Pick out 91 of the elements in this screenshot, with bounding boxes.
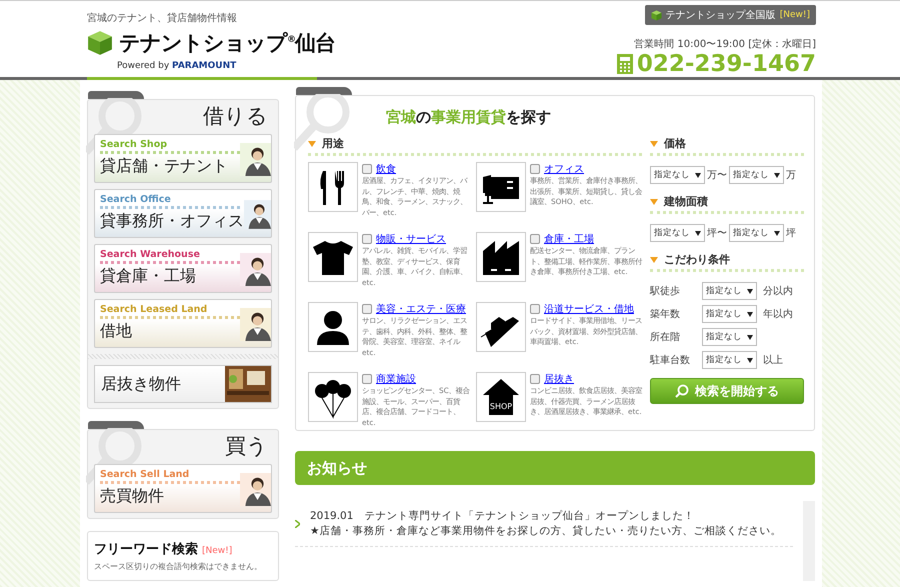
condition-label: 駐車台数 [650,354,691,367]
category-link[interactable]: オフィス [544,162,584,176]
category-link[interactable]: 沿道サービス・借地 [544,302,634,316]
condition-label: 駅徒歩 [650,284,681,298]
unit-label: 年以内 [763,308,793,321]
category-link[interactable]: 倉庫・工場 [544,232,594,246]
card-title: 貸事務所・オフィス [100,211,244,232]
category-checkbox[interactable] [530,304,540,314]
unit-label: 万〜 [707,169,727,182]
category-card[interactable]: 居抜き物件 [94,365,272,403]
chevron-icon [295,520,300,528]
category-card[interactable]: Search Sell Land 売買物件 [94,464,272,513]
condition-label: 築年数 [650,308,681,321]
triangle-icon [650,256,658,262]
section-heading: 価格 [664,136,686,151]
select-field[interactable]: 指定なし [702,351,757,369]
triangle-icon [650,140,658,146]
calculator-icon [616,54,633,74]
caret-icon [747,312,753,316]
search-icon [675,384,689,398]
category-card[interactable]: Search Warehouse 貸倉庫・工場 [94,244,272,293]
section-heading: 用途 [322,136,344,151]
category-checkbox[interactable] [530,234,540,244]
caret-icon [695,172,701,178]
free-word-note: スペース区切りの複合語句検索はできません。 [94,561,263,572]
select-field[interactable]: 指定なし [702,282,757,300]
card-title: 売買物件 [100,486,165,507]
panel-title: 借りる [203,104,269,128]
select-field[interactable]: 指定なし [729,224,784,242]
unit-label: 以上 [763,354,783,367]
balloons-icon [308,372,358,422]
cube-icon [650,10,662,20]
category-link[interactable]: 商業施設 [376,372,416,386]
desk-icon [476,162,526,212]
national-site-link[interactable]: テナントショップ全国版 [New!] [644,5,816,25]
select-field[interactable]: 指定なし [650,224,705,242]
category-link[interactable]: 物販・サービス [376,232,446,246]
caret-icon [774,230,780,236]
caret-icon [747,288,753,294]
caret-icon [695,230,701,236]
card-title: 貸店舗・テナント [100,156,229,177]
factory-icon [476,232,526,282]
category-card[interactable]: Search Shop 貸店舗・テナント [94,134,272,183]
unit-label: 万 [786,169,796,182]
phone-number: 022-239-1467 [636,51,816,77]
logo[interactable]: テナントショップ$^{®}$仙台 [119,29,335,57]
card-title: 借地 [100,321,133,342]
triangle-icon [650,198,658,204]
select-field[interactable]: 指定なし [702,305,757,323]
triangle-icon [308,140,316,146]
caret-icon [747,334,753,340]
unit-label: 坪〜 [707,227,727,240]
category-checkbox[interactable] [362,304,372,314]
fork-knife-icon [308,162,358,212]
card-title: 居抜き物件 [101,374,181,394]
powered-by: Powered by PARAMOUNT [116,61,238,71]
road-building-icon [476,302,526,352]
category-checkbox[interactable] [530,164,540,174]
category-link[interactable]: 飲食 [376,162,396,176]
category-link[interactable]: 居抜き [544,372,574,386]
person-icon [308,302,358,352]
condition-label: 所在階 [650,330,681,344]
caret-icon [747,358,753,362]
card-subtitle: Search Office [100,194,240,209]
category-checkbox[interactable] [362,374,372,384]
section-heading: こだわり条件 [664,252,730,267]
select-field[interactable]: 指定なし [729,166,784,184]
unit-label: 分以内 [763,284,793,298]
category-link[interactable]: 美容・エステ・医療 [376,302,466,316]
select-field[interactable]: 指定なし [650,166,705,184]
unit-label: 坪 [786,227,796,240]
panel-title: 買う [225,434,269,458]
select-field[interactable]: 指定なし [702,328,757,346]
category-checkbox[interactable] [362,234,372,244]
tagline: 宮城のテナント、貸店舗物件情報 [87,12,238,25]
t-shirt-icon [308,232,358,282]
card-title: 貸倉庫・工場 [100,266,197,287]
category-card[interactable]: Search Office 貸事務所・オフィス [94,189,272,238]
news-detail: ★店舗・事務所・倉庫など事業用物件をお探しの方、貸したい・売りたい方、ご相談ください。 [310,524,782,538]
business-hours: 営業時間 10:00〜19:00 [定休：水曜日] [634,38,816,51]
category-checkbox[interactable] [530,374,540,384]
shop-house-icon: SHOP [476,372,526,422]
caret-icon [774,172,780,178]
cube-icon [87,30,113,56]
category-card[interactable]: Search Leased Land 借地 [94,299,272,348]
section-heading: 建物面積 [664,194,708,209]
free-word-title: フリーワード検索 [New!] [94,540,234,558]
news-headline[interactable]: 2019.01 テナント専門サイト「テナントショップ仙台」オープンしました！ [310,509,782,523]
news-title: お知らせ [307,458,367,478]
search-title: 宮城の事業用賃貸を探す [386,108,551,127]
category-checkbox[interactable] [362,164,372,174]
